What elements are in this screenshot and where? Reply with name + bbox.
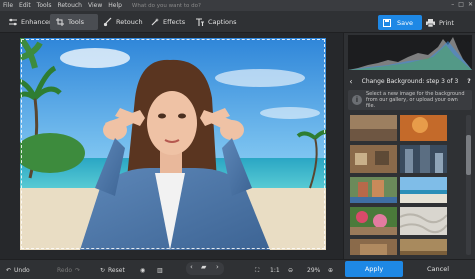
- reset-button[interactable]: ↻ Reset: [100, 265, 125, 276]
- zoom-level: 29%: [307, 267, 321, 274]
- cancel-button[interactable]: Cancel: [408, 261, 468, 277]
- gallery-thumb[interactable]: [400, 239, 447, 255]
- print-button[interactable]: Print: [426, 15, 454, 30]
- gallery-scrollbar[interactable]: [466, 115, 471, 255]
- maximize-icon[interactable]: □: [458, 1, 464, 8]
- menu-tools[interactable]: Tools: [34, 2, 55, 9]
- tab-effects[interactable]: Effects: [145, 14, 190, 30]
- tab-captions[interactable]: Captions: [190, 14, 242, 30]
- apply-button[interactable]: Apply: [345, 261, 403, 277]
- tab-retouch-label: Retouch: [116, 18, 143, 26]
- printer-icon: [426, 18, 435, 27]
- photo-canvas[interactable]: [20, 38, 326, 250]
- canvas-area[interactable]: [0, 33, 343, 259]
- step-title: Change Background: step 3 of 3: [361, 77, 459, 85]
- bottom-bar: ↶ Undo Redo ↷ ↻ Reset ◉ ▥ ⛶ 1:1 ⊖ 29% ⊕: [0, 259, 475, 279]
- zoom-in-icon[interactable]: ⊕: [328, 265, 333, 276]
- undo-icon: ↶: [6, 267, 12, 274]
- undo-label: Undo: [14, 267, 30, 274]
- menu-retouch[interactable]: Retouch: [54, 2, 85, 9]
- reset-icon: ↻: [100, 267, 106, 274]
- scrollbar-thumb[interactable]: [466, 135, 471, 175]
- gallery-thumb[interactable]: [400, 177, 447, 203]
- gallery-thumb[interactable]: [350, 145, 397, 173]
- reset-label: Reset: [108, 267, 125, 274]
- eye-icon[interactable]: ◉: [140, 265, 145, 276]
- menu-bar: File Edit Tools Retouch View Help What d…: [0, 0, 475, 11]
- save-button[interactable]: Save: [378, 15, 422, 30]
- redo-label: Redo: [57, 267, 73, 274]
- magic-wand-icon: [151, 18, 159, 26]
- zoom-out-icon[interactable]: ⊖: [288, 265, 293, 276]
- info-icon: i: [352, 95, 362, 105]
- zoom-1to1[interactable]: 1:1: [270, 265, 280, 276]
- save-icon: [383, 18, 391, 27]
- gallery-thumb[interactable]: [350, 207, 397, 235]
- undo-button[interactable]: ↶ Undo: [6, 265, 30, 276]
- minimize-icon[interactable]: –: [451, 1, 454, 8]
- split-view-icon[interactable]: ▥: [157, 265, 163, 276]
- redo-icon: ↷: [75, 267, 81, 274]
- right-panel: ‹ Change Background: step 3 of 3 ? i Sel…: [343, 33, 475, 259]
- gallery-thumb[interactable]: [350, 177, 397, 203]
- gallery-thumb[interactable]: [400, 207, 447, 235]
- gallery-thumb[interactable]: [350, 239, 397, 255]
- search-input[interactable]: What do you want to do?: [129, 2, 209, 10]
- menu-help[interactable]: Help: [105, 2, 125, 9]
- tab-captions-label: Captions: [208, 18, 237, 26]
- gallery-thumb[interactable]: [350, 115, 397, 141]
- window-controls: – □ ✕: [451, 1, 473, 8]
- sliders-icon: [9, 18, 17, 26]
- tab-retouch[interactable]: Retouch: [98, 14, 148, 30]
- menu-view[interactable]: View: [85, 2, 105, 9]
- next-image-icon[interactable]: ›: [216, 263, 219, 271]
- hint-text: Select a new image for the background fr…: [366, 91, 465, 109]
- tab-tools-label: Tools: [68, 18, 85, 26]
- redo-button[interactable]: Redo ↷: [57, 265, 80, 276]
- gallery-thumb[interactable]: [400, 115, 447, 141]
- help-icon[interactable]: ?: [462, 78, 475, 85]
- menu-edit[interactable]: Edit: [16, 2, 34, 9]
- tab-tools[interactable]: Tools: [50, 14, 98, 30]
- histogram: [348, 35, 472, 70]
- save-label: Save: [397, 18, 413, 27]
- brush-icon: [103, 17, 112, 27]
- crop-icon: [56, 18, 64, 26]
- image-nav: ‹ ▰ ›: [186, 262, 224, 275]
- folder-icon[interactable]: ▰: [201, 263, 206, 271]
- text-icon: [196, 18, 204, 26]
- step-header: ‹ Change Background: step 3 of 3 ?: [344, 74, 475, 88]
- tab-effects-label: Effects: [163, 18, 186, 26]
- back-arrow-icon[interactable]: ‹: [344, 77, 358, 86]
- gallery-thumb[interactable]: [400, 145, 447, 173]
- background-gallery: [348, 115, 462, 255]
- close-icon[interactable]: ✕: [468, 1, 473, 8]
- prev-image-icon[interactable]: ‹: [190, 263, 193, 271]
- menu-file[interactable]: File: [0, 2, 16, 9]
- print-label: Print: [439, 18, 454, 27]
- hint-box: i Select a new image for the background …: [348, 90, 472, 110]
- fit-screen-icon[interactable]: ⛶: [255, 265, 259, 276]
